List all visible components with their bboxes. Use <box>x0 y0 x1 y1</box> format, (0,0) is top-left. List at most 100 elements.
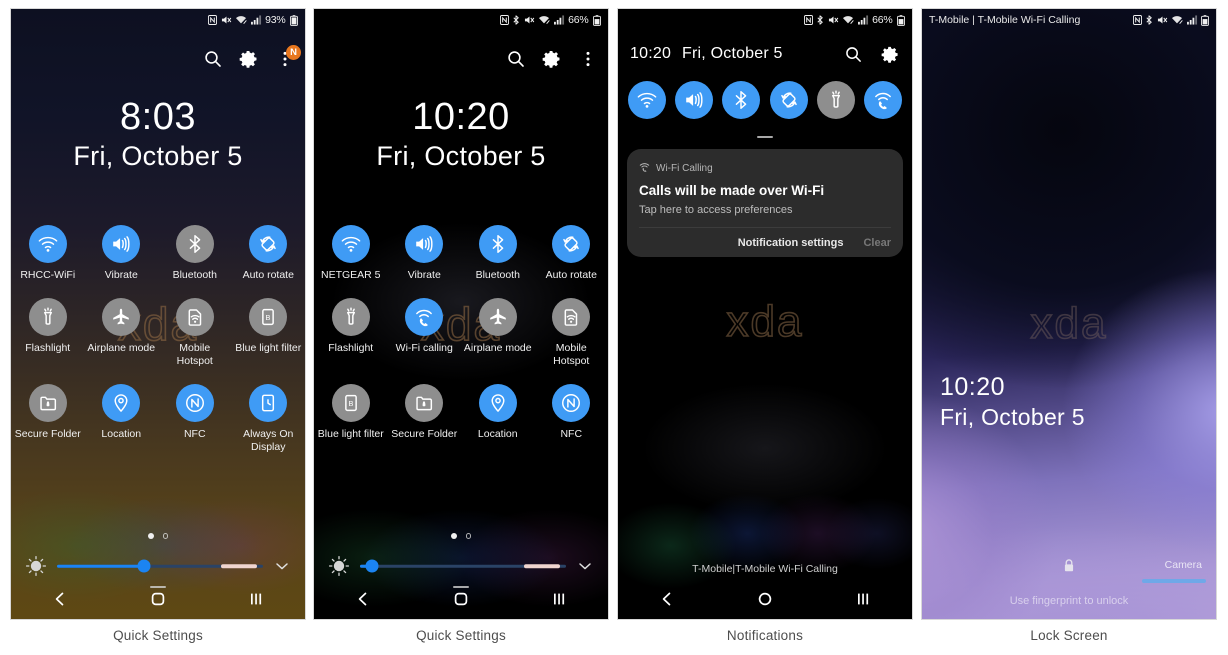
tile-netgear-5[interactable]: NETGEAR 5 <box>314 225 388 282</box>
recents-icon[interactable] <box>236 582 276 616</box>
search-icon[interactable] <box>506 49 526 69</box>
tile-rhcc-wifi[interactable]: RHCC-WiFi <box>11 225 85 282</box>
wifi-icon[interactable] <box>28 225 67 263</box>
securefolder-icon[interactable] <box>28 384 67 422</box>
gear-icon[interactable] <box>542 49 562 69</box>
tile-bluetooth[interactable]: Bluetooth <box>158 225 232 282</box>
tile-nfc[interactable]: NFC <box>535 384 609 441</box>
recents-icon[interactable] <box>843 582 883 616</box>
tile-wi-fi-calling[interactable]: Wi-Fi calling <box>388 298 462 368</box>
location-icon[interactable] <box>102 384 141 422</box>
tile-flashlight[interactable] <box>816 81 855 119</box>
vibrate-icon[interactable] <box>675 81 714 119</box>
securefolder-icon[interactable] <box>405 384 444 422</box>
gear-icon[interactable] <box>881 45 900 64</box>
page-dot[interactable] <box>162 533 169 539</box>
tile-nfc[interactable]: NFC <box>158 384 232 454</box>
tile-secure-folder[interactable]: Secure Folder <box>388 384 462 441</box>
home-icon[interactable] <box>441 582 481 616</box>
tile-flashlight[interactable]: Flashlight <box>11 298 85 368</box>
tile-flashlight[interactable]: Flashlight <box>314 298 388 368</box>
tile-vibrate[interactable] <box>675 81 714 119</box>
back-icon[interactable] <box>647 582 687 616</box>
autorotate-icon[interactable] <box>552 225 591 263</box>
slider-knob[interactable] <box>137 559 151 573</box>
recents-icon[interactable] <box>539 582 579 616</box>
more-vertical-icon[interactable] <box>578 49 598 69</box>
tile-wi-fi-calling[interactable] <box>863 81 902 119</box>
search-icon[interactable] <box>203 49 223 69</box>
brightness-slider[interactable] <box>360 555 566 577</box>
bluetooth-icon[interactable] <box>722 81 761 119</box>
tile-mobile-hotspot[interactable]: Mobile Hotspot <box>535 298 609 368</box>
tile-blue-light-filter[interactable]: B Blue light filter <box>232 298 306 368</box>
aod-icon[interactable] <box>249 384 288 422</box>
mute-icon <box>524 15 535 25</box>
status-bar: 93% <box>11 9 305 31</box>
vibrate-icon[interactable] <box>405 225 444 263</box>
home-icon[interactable] <box>745 582 785 616</box>
tile-auto-rotate[interactable] <box>769 81 808 119</box>
autorotate-icon[interactable] <box>769 81 808 119</box>
autorotate-icon[interactable] <box>249 225 288 263</box>
bluelight-icon[interactable]: B <box>331 384 370 422</box>
home-icon[interactable] <box>138 582 178 616</box>
gear-icon[interactable] <box>239 49 259 69</box>
bluetooth-icon[interactable] <box>175 225 214 263</box>
tile-secure-folder[interactable]: Secure Folder <box>11 384 85 454</box>
flashlight-icon[interactable] <box>331 298 370 336</box>
tile-mobile-hotspot[interactable]: Mobile Hotspot <box>158 298 232 368</box>
hotspot-icon[interactable] <box>175 298 214 336</box>
tile-auto-rotate[interactable]: Auto rotate <box>232 225 306 282</box>
tile-bluetooth[interactable] <box>722 81 761 119</box>
tile-wi-fi[interactable] <box>628 81 666 119</box>
camera-shortcut-handle[interactable] <box>1142 579 1206 583</box>
hotspot-icon[interactable] <box>552 298 591 336</box>
page-dot[interactable] <box>465 533 472 539</box>
slider-knob[interactable] <box>365 559 379 573</box>
tile-vibrate[interactable]: Vibrate <box>388 225 462 282</box>
search-icon[interactable] <box>844 45 863 64</box>
bluetooth-icon[interactable] <box>478 225 517 263</box>
wificalling-icon[interactable] <box>405 298 444 336</box>
page-dot-active[interactable] <box>450 533 457 539</box>
notification-settings-button[interactable]: Notification settings <box>738 237 844 249</box>
drag-handle[interactable] <box>757 136 773 138</box>
vibrate-icon[interactable] <box>102 225 141 263</box>
wifi-icon <box>538 15 550 25</box>
tile-auto-rotate[interactable]: Auto rotate <box>535 225 609 282</box>
tile-airplane-mode[interactable]: Airplane mode <box>85 298 159 368</box>
camera-shortcut-label[interactable]: Camera <box>1165 559 1202 571</box>
back-icon[interactable] <box>343 582 383 616</box>
wifi-icon[interactable] <box>331 225 370 263</box>
more-vertical-icon[interactable]: N <box>275 45 301 69</box>
tile-label: Airplane mode <box>463 342 532 354</box>
tile-airplane-mode[interactable]: Airplane mode <box>461 298 535 368</box>
page-dot-active[interactable] <box>147 533 154 539</box>
tile-location[interactable]: Location <box>85 384 159 454</box>
nfc-icon[interactable] <box>552 384 591 422</box>
location-icon[interactable] <box>478 384 517 422</box>
tile-always-on-display[interactable]: Always On Display <box>232 384 306 454</box>
tile-blue-light-filter[interactable]: B Blue light filter <box>314 384 388 441</box>
flashlight-icon[interactable] <box>28 298 67 336</box>
tile-location[interactable]: Location <box>461 384 535 441</box>
bluelight-icon[interactable]: B <box>249 298 288 336</box>
status-bar-icons <box>1132 14 1210 26</box>
nfc-icon[interactable] <box>175 384 214 422</box>
notification-card[interactable]: Wi-Fi Calling Calls will be made over Wi… <box>627 149 903 257</box>
airplane-icon[interactable] <box>478 298 517 336</box>
chevron-down-icon[interactable] <box>576 557 594 575</box>
clock-block: 8:03 Fri, October 5 <box>11 95 305 173</box>
brightness-slider[interactable] <box>57 555 263 577</box>
wificalling-icon[interactable] <box>863 81 902 119</box>
wifi-icon[interactable] <box>628 81 666 119</box>
clear-button[interactable]: Clear <box>863 237 891 249</box>
flashlight-icon[interactable] <box>816 81 855 119</box>
airplane-icon[interactable] <box>102 298 141 336</box>
back-icon[interactable] <box>40 582 80 616</box>
tile-bluetooth[interactable]: Bluetooth <box>461 225 535 282</box>
tile-vibrate[interactable]: Vibrate <box>85 225 159 282</box>
chevron-down-icon[interactable] <box>273 557 291 575</box>
clock-date: Fri, October 5 <box>73 141 243 171</box>
